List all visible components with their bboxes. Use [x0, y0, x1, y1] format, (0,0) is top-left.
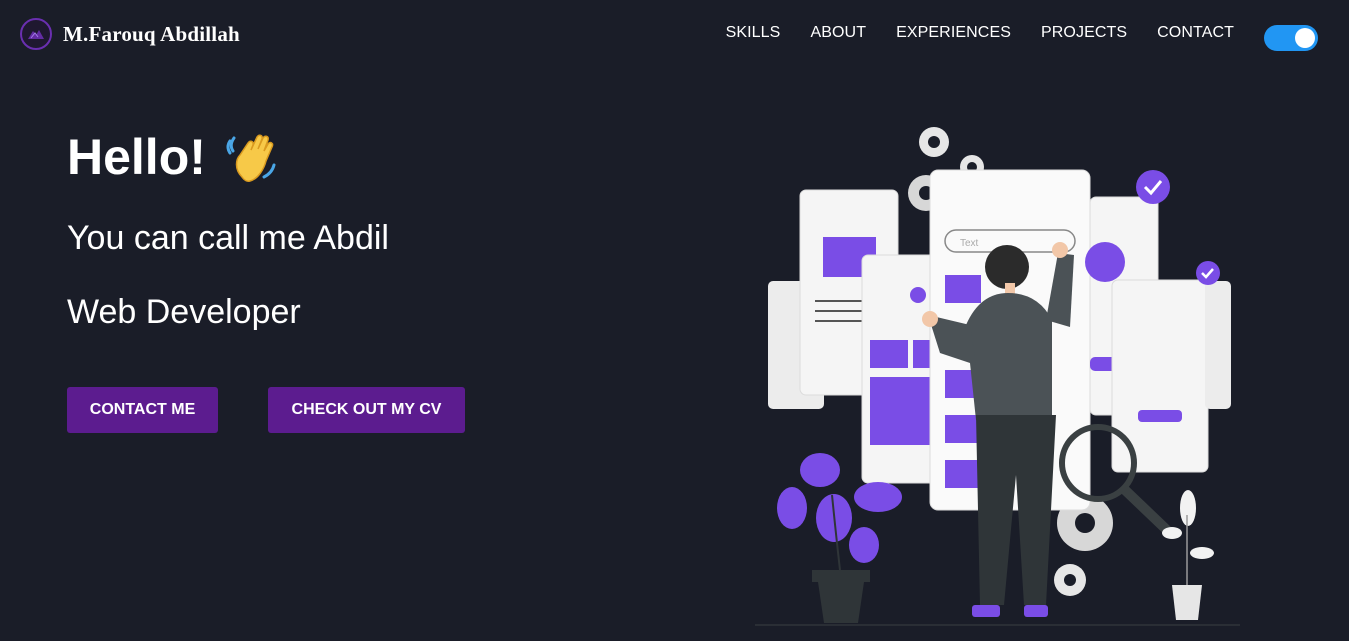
illustration-search-text: Text [960, 238, 979, 249]
brand[interactable]: M.Farouq Abdillah [20, 18, 240, 50]
nav-links: SKILLS ABOUT EXPERIENCES PROJECTS CONTAC… [696, 24, 1234, 42]
plant-icon [1162, 490, 1214, 620]
theme-toggle[interactable] [1264, 25, 1318, 51]
nav-link-contact[interactable]: CONTACT [1157, 24, 1234, 42]
waving-hand-icon [224, 129, 280, 185]
hero-role: Web Developer [67, 293, 301, 331]
hero-intro: You can call me Abdil [67, 219, 389, 257]
navbar: M.Farouq Abdillah SKILLS ABOUT EXPERIENC… [0, 0, 1349, 72]
toggle-knob [1295, 28, 1315, 48]
nav-link-about[interactable]: ABOUT [810, 24, 866, 42]
check-out-cv-button[interactable]: CHECK OUT MY CV [268, 387, 465, 433]
hero-greeting: Hello! [67, 128, 280, 186]
contact-me-button[interactable]: CONTACT ME [67, 387, 218, 433]
nav-link-skills[interactable]: SKILLS [726, 24, 781, 42]
brand-name: M.Farouq Abdillah [63, 21, 240, 46]
greeting-text: Hello! [67, 129, 206, 185]
nav-link-projects[interactable]: PROJECTS [1041, 24, 1127, 42]
nav-link-experiences[interactable]: EXPERIENCES [896, 24, 1011, 42]
mountain-logo-icon [20, 18, 52, 50]
developer-illustration: Text [740, 115, 1260, 635]
